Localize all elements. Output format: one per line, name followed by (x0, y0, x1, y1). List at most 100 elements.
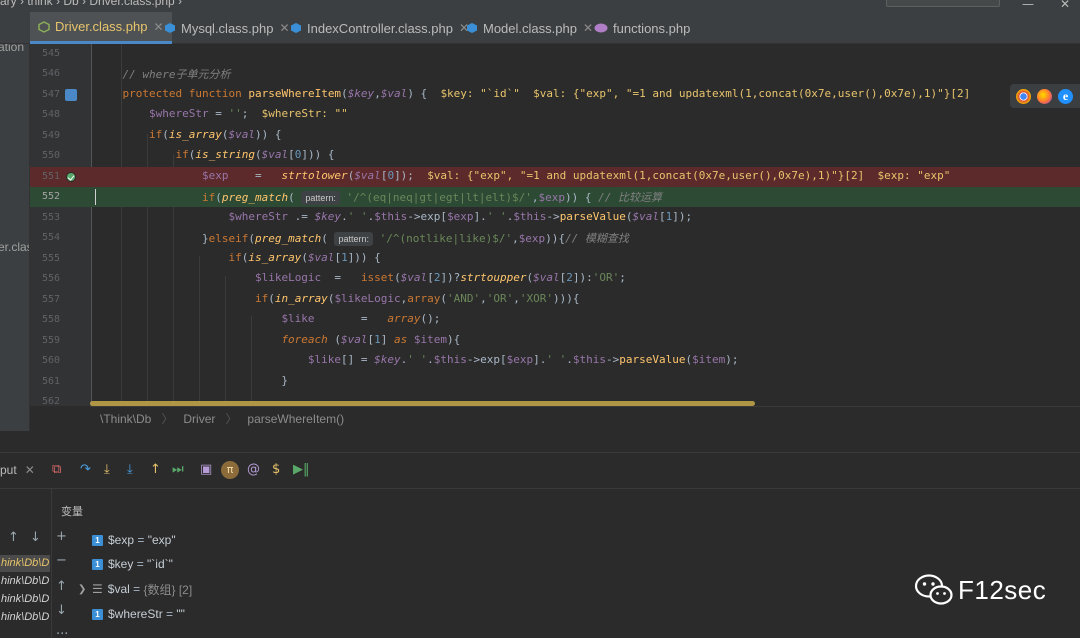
wechat-logo-icon (914, 574, 953, 605)
tab-indexcontroller-class[interactable]: IndexController.class.php ✕ (290, 12, 469, 44)
parameter-hint: pattern: (301, 191, 340, 205)
inline-debug-value: $whereStr: "" (261, 107, 348, 120)
close-icon[interactable]: ✕ (25, 463, 35, 477)
add-watch-icon[interactable]: + (56, 529, 67, 544)
tab-label: functions.php (613, 20, 691, 36)
code-comment: // where子单元分析 (122, 68, 231, 81)
line-number: 561 (41, 376, 60, 387)
close-icon[interactable]: ✕ (583, 21, 593, 35)
stack-frame[interactable]: hink\Db\D (0, 591, 50, 608)
panel-divider (0, 431, 1080, 453)
line-number: 549 (41, 130, 60, 141)
minimize-button[interactable]: — (1022, 0, 1034, 11)
stack-frame[interactable]: hink\Db\D (0, 573, 50, 590)
step-into-icon[interactable]: ⤓ (104, 462, 110, 477)
variable-value: "`id`" (147, 557, 173, 571)
variable-row[interactable]: 1 $key = "`id`" (78, 554, 173, 574)
step-over-icon[interactable]: ↷ (80, 462, 91, 477)
editor-tab-bar: Driver.class.php ✕ Mysql.class.php ✕ Ind… (0, 12, 1080, 44)
move-down-icon[interactable]: ↓ (56, 603, 67, 618)
variable-value: "" (176, 607, 185, 621)
move-up-icon[interactable]: ↑ (56, 579, 67, 594)
line-number: 555 (41, 253, 60, 264)
variables-title: 变量 (61, 506, 83, 518)
remove-watch-icon[interactable]: − (56, 553, 67, 568)
parameter-hint: pattern: (334, 232, 373, 246)
tab-mysql-class[interactable]: Mysql.class.php ✕ (164, 12, 290, 44)
breadcrumb-namespace[interactable]: \Think\Db (100, 412, 151, 426)
pi-icon[interactable]: π (221, 461, 239, 479)
debug-output-tab[interactable]: put ✕ (0, 463, 35, 477)
line-number: 547 (41, 89, 60, 100)
breadcrumb-class[interactable]: Driver (183, 412, 215, 426)
firefox-icon[interactable] (1037, 88, 1052, 104)
execution-line[interactable]: 552 if(preg_match( pattern: '/^(eq|neq|g… (30, 187, 1080, 207)
ie-icon[interactable]: e (1058, 88, 1073, 104)
line-number: 546 (41, 68, 60, 79)
close-window-button[interactable]: ✕ (1060, 0, 1070, 11)
code-editor[interactable]: 545 546 // where子单元分析 547 protected func… (30, 44, 1080, 406)
search-input[interactable] (886, 0, 1000, 7)
code-comment: // 模糊查找 (565, 232, 629, 245)
window-breadcrumb: ary › think › Db › Driver.class.php › (0, 0, 183, 8)
code-line: $like[] = $key.' '.$this->exp[$exp].' '.… (307, 353, 739, 366)
step-out-icon[interactable]: ↑ (150, 462, 161, 477)
line-number: 548 (41, 109, 60, 120)
tab-functions[interactable]: functions.php (594, 12, 690, 44)
force-step-into-icon[interactable]: ⤓ (127, 462, 133, 477)
variable-value: {数组} [2] (143, 582, 193, 597)
close-icon[interactable]: ✕ (153, 20, 163, 34)
breakpoint-icon[interactable] (66, 172, 76, 182)
code-line: $whereStr = ''; $whereStr: "" (148, 107, 348, 120)
code-line: foreach ($val[1] as $item){ (281, 333, 461, 346)
variable-icon[interactable]: $ (272, 462, 280, 477)
line-number: 552 (41, 191, 60, 202)
php-class-icon (38, 20, 50, 33)
frame-up-arrow-icon[interactable]: ↑ (8, 530, 19, 545)
tab-model-class[interactable]: Model.class.php ✕ (466, 12, 593, 44)
php-class-icon (291, 23, 301, 33)
more-icon[interactable]: ... (56, 623, 68, 638)
stack-frame[interactable]: hink\Db\D (0, 555, 50, 572)
close-icon[interactable]: ✕ (279, 21, 289, 35)
variable-row[interactable]: 1 $exp = "exp" (78, 530, 176, 550)
inline-debug-value: $key: "`id`" $val: {"exp", "=1 and updat… (440, 87, 971, 100)
override-icon[interactable] (65, 89, 77, 101)
breakpoint-line[interactable]: 551 $exp = strtolower($val[0]); $val: {"… (30, 167, 1080, 187)
watermark-text: F12sec (958, 574, 1047, 605)
project-file-label[interactable]: er.clas (0, 240, 29, 254)
tab-label: Driver.class.php (55, 19, 148, 34)
variable-name: $key (108, 557, 134, 571)
tab-label: IndexController.class.php (307, 20, 453, 36)
chrome-icon[interactable] (1016, 88, 1031, 104)
code-line: }elseif(preg_match( pattern: '/^(notlike… (96, 232, 629, 246)
title-bar: ary › think › Db › Driver.class.php › — … (0, 0, 1080, 12)
inline-debug-value: $val: {"exp", "=1 and updatexml(1,concat… (427, 169, 951, 182)
tab-label: Model.class.php (483, 20, 577, 36)
code-comment: // 比较运算 (598, 191, 663, 204)
debug-toolbar: put ✕ ⧉ ↷ ⤓ ⤓ ↑ ⏭ ▣ π @ $ ▶‖ (0, 453, 1080, 489)
code-line: protected function parseWhereItem($key,$… (122, 87, 971, 100)
debug-tab-label: put (0, 463, 17, 477)
frame-down-arrow-icon[interactable]: ↓ (30, 530, 41, 545)
line-number: 557 (41, 294, 60, 305)
browser-preview-toolbar: e (1010, 84, 1080, 108)
watch-icon[interactable]: @ (247, 462, 260, 477)
run-to-cursor-icon[interactable]: ⏭ (172, 462, 184, 477)
regex-literal: '/^(notlike|like)$/' (379, 232, 513, 245)
breadcrumb-method[interactable]: parseWhereItem() (247, 412, 344, 426)
variable-row[interactable]: ❯ ☰ $val = {数组} [2] (78, 579, 192, 599)
stack-frame[interactable]: hink\Db\D (0, 609, 50, 626)
line-number: 562 (41, 396, 60, 406)
restore-layout-icon[interactable]: ⧉ (52, 462, 61, 477)
variable-row[interactable]: 1 $whereStr = "" (78, 604, 185, 624)
php-class-icon (467, 23, 477, 33)
project-panel: ation er.clas (0, 12, 30, 432)
variable-name: $exp (108, 533, 135, 547)
expand-chevron-icon[interactable]: ❯ (78, 584, 92, 595)
tab-driver-class[interactable]: Driver.class.php ✕ (30, 12, 172, 44)
code-line: $exp = strtolower($val[0]); $val: {"exp"… (201, 169, 951, 182)
code-line: // where子单元分析 (96, 66, 231, 82)
evaluate-icon[interactable]: ▣ (200, 462, 212, 477)
resume-icon[interactable]: ▶‖ (293, 462, 310, 477)
